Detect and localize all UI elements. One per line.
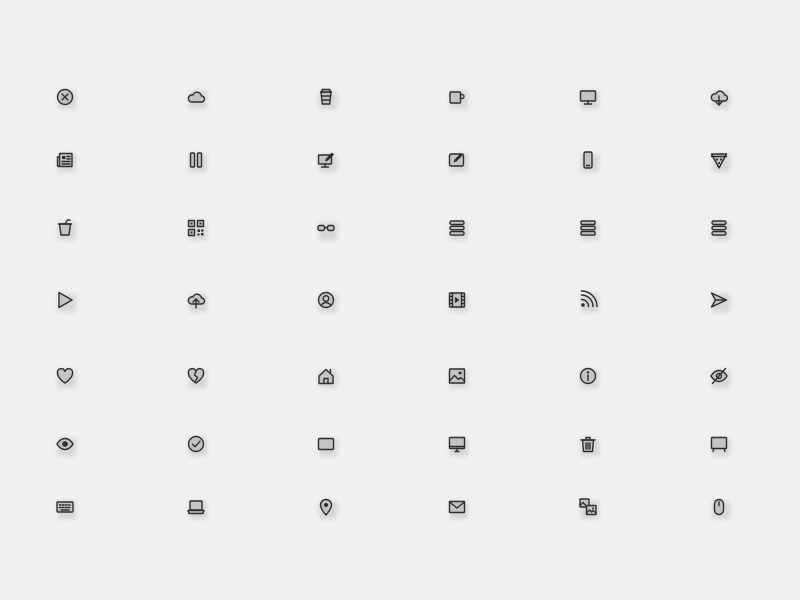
menu-bars-dense-icon <box>707 216 731 240</box>
laptop-icon <box>184 495 208 519</box>
icon-grid <box>0 0 800 600</box>
cloud-download-icon <box>707 85 731 109</box>
tv-icon <box>707 432 731 456</box>
eye-off-icon <box>707 364 731 388</box>
trash-icon <box>576 432 600 456</box>
qr-code-icon <box>184 216 208 240</box>
drink-cup-icon <box>53 216 77 240</box>
heart-icon <box>53 364 77 388</box>
user-circle-icon <box>314 288 338 312</box>
glasses-icon <box>314 216 338 240</box>
keyboard-icon <box>53 495 77 519</box>
menu-bars-alt-icon <box>576 216 600 240</box>
check-circle-icon <box>184 432 208 456</box>
mail-icon <box>445 495 469 519</box>
pause-icon <box>184 148 208 172</box>
eye-icon <box>53 432 77 456</box>
home-icon <box>314 364 338 388</box>
cloud-upload-icon <box>184 288 208 312</box>
mouse-icon <box>707 495 731 519</box>
rss-icon <box>576 288 600 312</box>
coffee-cup-icon <box>314 85 338 109</box>
broken-heart-icon <box>184 364 208 388</box>
info-icon <box>576 364 600 388</box>
send-icon <box>707 288 731 312</box>
tablet-edit-icon <box>445 148 469 172</box>
film-play-icon <box>445 288 469 312</box>
desktop-edit-icon <box>314 148 338 172</box>
mug-icon <box>445 85 469 109</box>
newspaper-icon <box>53 148 77 172</box>
pizza-slice-icon <box>707 148 731 172</box>
display-icon <box>445 432 469 456</box>
image-gallery-icon <box>576 495 600 519</box>
map-pin-icon <box>314 495 338 519</box>
image-icon <box>445 364 469 388</box>
cloud-icon <box>184 85 208 109</box>
close-circle-icon <box>53 85 77 109</box>
smartphone-icon <box>576 148 600 172</box>
monitor-icon <box>576 85 600 109</box>
menu-bars-icon <box>445 216 469 240</box>
play-icon <box>53 288 77 312</box>
tablet-landscape-icon <box>314 432 338 456</box>
